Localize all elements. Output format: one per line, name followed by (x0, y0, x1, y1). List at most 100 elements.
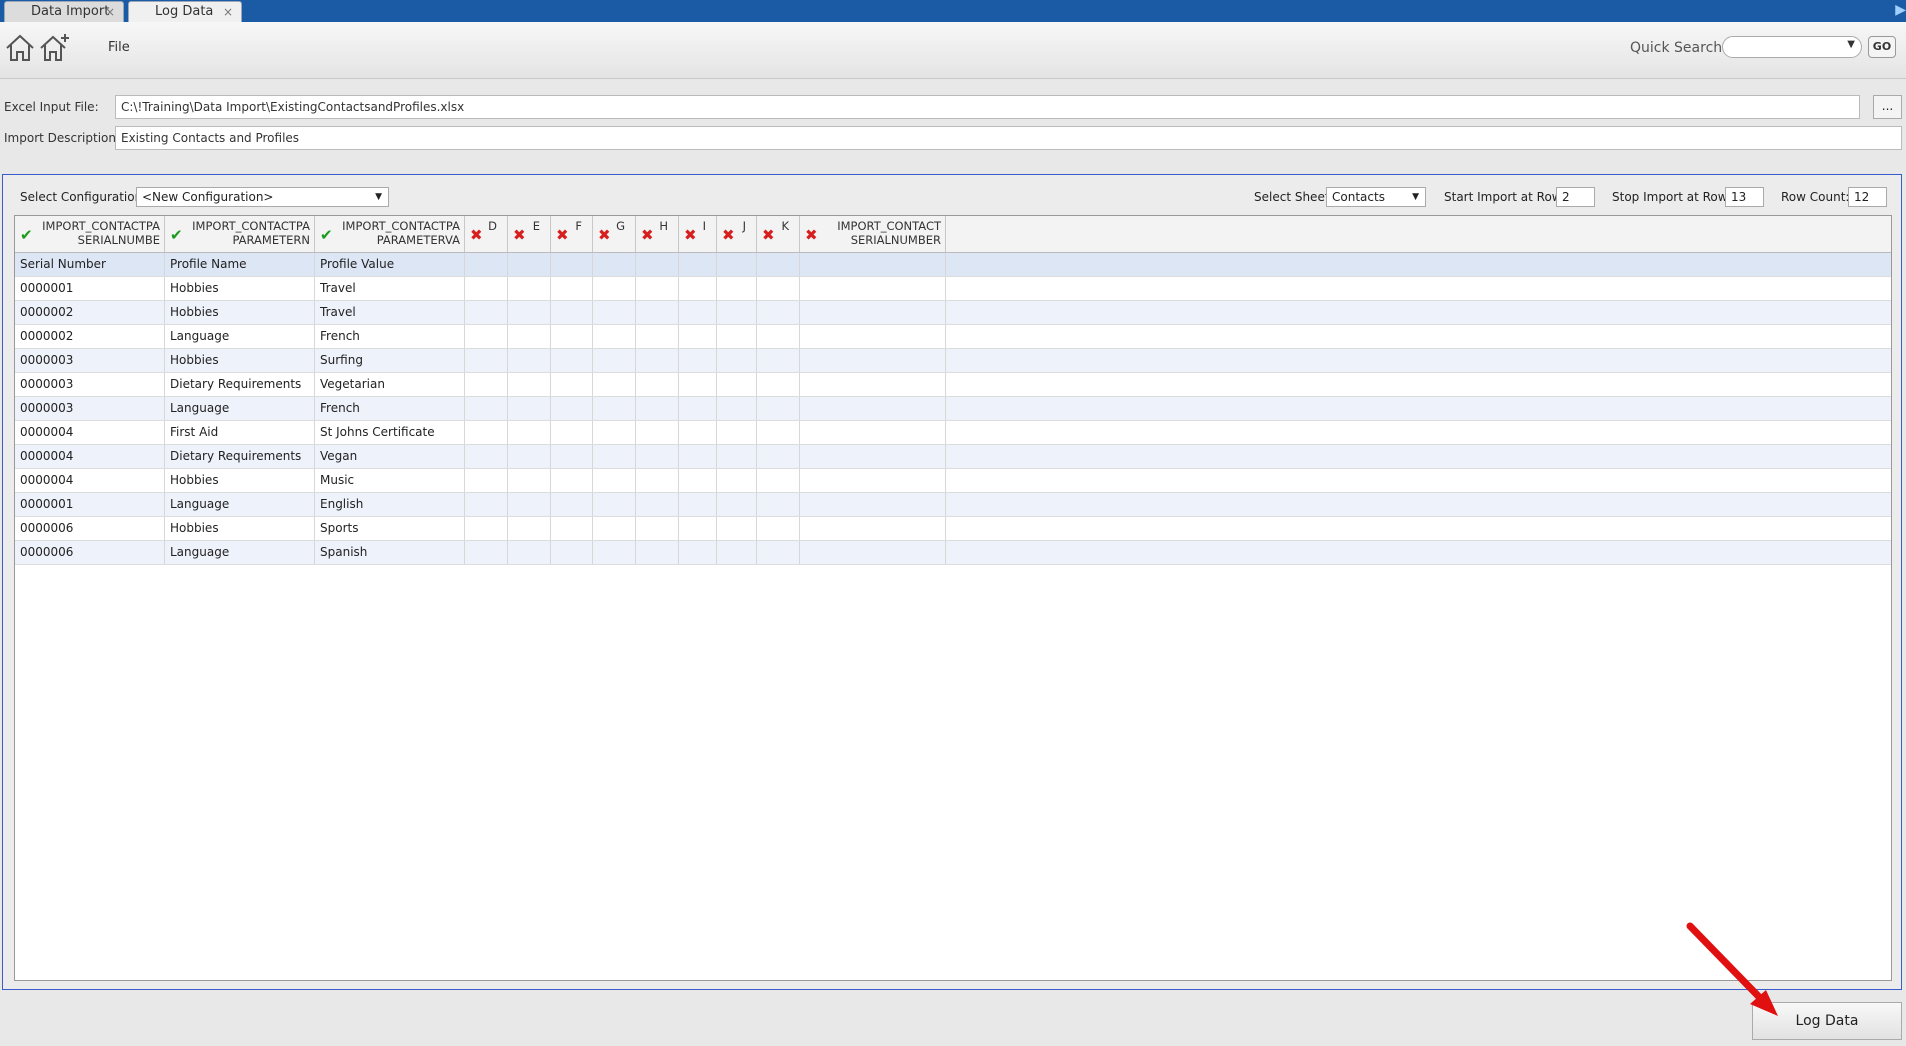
table-cell[interactable] (800, 469, 946, 492)
table-cell[interactable] (636, 421, 679, 444)
stop-row-input[interactable]: 13 (1725, 187, 1764, 207)
table-cell[interactable] (465, 493, 508, 516)
table-cell[interactable]: Surfing (315, 349, 465, 372)
table-cell[interactable] (717, 277, 757, 300)
table-cell[interactable]: Vegan (315, 445, 465, 468)
table-cell[interactable] (800, 349, 946, 372)
table-cell[interactable]: Language (165, 541, 315, 564)
table-cell[interactable] (636, 397, 679, 420)
table-row[interactable]: 0000002 Language French (15, 325, 1891, 349)
table-cell[interactable]: Hobbies (165, 469, 315, 492)
column-header[interactable]: ✔ IMPORT_CONTACTPA SERIALNUMBE (15, 216, 165, 252)
table-cell[interactable] (593, 397, 636, 420)
table-cell[interactable]: 0000004 (15, 469, 165, 492)
table-cell[interactable] (465, 541, 508, 564)
table-cell[interactable] (636, 373, 679, 396)
table-cell[interactable] (551, 253, 593, 276)
table-cell[interactable]: 0000004 (15, 421, 165, 444)
table-cell[interactable] (636, 325, 679, 348)
table-cell[interactable] (636, 517, 679, 540)
table-cell[interactable]: Vegetarian (315, 373, 465, 396)
table-cell[interactable] (593, 493, 636, 516)
table-cell[interactable]: French (315, 325, 465, 348)
table-cell[interactable] (679, 253, 717, 276)
table-cell[interactable]: Dietary Requirements (165, 445, 315, 468)
table-cell[interactable]: Sports (315, 517, 465, 540)
table-cell[interactable] (717, 421, 757, 444)
table-cell[interactable] (679, 469, 717, 492)
table-cell[interactable]: Hobbies (165, 277, 315, 300)
table-cell[interactable] (800, 325, 946, 348)
table-cell[interactable]: Dietary Requirements (165, 373, 315, 396)
table-cell[interactable] (465, 277, 508, 300)
table-cell[interactable]: Travel (315, 277, 465, 300)
table-cell[interactable] (717, 373, 757, 396)
table-cell[interactable] (757, 421, 800, 444)
table-cell[interactable] (551, 445, 593, 468)
table-cell[interactable] (679, 493, 717, 516)
file-menu[interactable]: File (108, 40, 130, 55)
table-cell[interactable] (636, 541, 679, 564)
table-cell[interactable] (800, 517, 946, 540)
table-cell[interactable] (679, 349, 717, 372)
table-cell[interactable] (717, 541, 757, 564)
table-cell[interactable] (551, 277, 593, 300)
table-cell[interactable] (593, 445, 636, 468)
table-cell[interactable] (717, 349, 757, 372)
table-cell[interactable] (717, 301, 757, 324)
table-cell[interactable]: St Johns Certificate (315, 421, 465, 444)
table-cell[interactable] (800, 253, 946, 276)
table-cell[interactable] (757, 301, 800, 324)
start-row-input[interactable]: 2 (1556, 187, 1595, 207)
table-cell[interactable] (593, 469, 636, 492)
column-header[interactable]: ✖ H (636, 216, 679, 252)
table-cell[interactable] (679, 421, 717, 444)
table-cell[interactable] (679, 397, 717, 420)
table-cell[interactable] (757, 277, 800, 300)
table-row[interactable]: 0000001 Hobbies Travel (15, 277, 1891, 301)
table-cell[interactable] (551, 325, 593, 348)
table-cell[interactable] (508, 421, 551, 444)
table-cell[interactable] (679, 325, 717, 348)
column-header[interactable]: ✖ G (593, 216, 636, 252)
column-header[interactable]: ✔ IMPORT_CONTACTPA PARAMETERN (165, 216, 315, 252)
table-cell[interactable]: Serial Number (15, 253, 165, 276)
table-cell[interactable] (593, 517, 636, 540)
select-sheet-dropdown[interactable]: Contacts ▼ (1326, 187, 1426, 207)
table-cell[interactable] (465, 373, 508, 396)
table-row[interactable]: 0000006 Hobbies Sports (15, 517, 1891, 541)
table-cell[interactable] (757, 517, 800, 540)
table-cell[interactable] (717, 469, 757, 492)
table-cell[interactable] (593, 373, 636, 396)
add-home-icon[interactable] (38, 32, 70, 64)
table-cell[interactable] (757, 397, 800, 420)
table-cell[interactable] (800, 445, 946, 468)
table-cell[interactable] (636, 349, 679, 372)
table-cell[interactable] (508, 325, 551, 348)
table-cell[interactable] (679, 517, 717, 540)
table-cell[interactable] (800, 397, 946, 420)
table-cell[interactable]: English (315, 493, 465, 516)
table-cell[interactable] (551, 301, 593, 324)
go-button[interactable]: GO (1868, 36, 1896, 58)
table-cell[interactable] (757, 253, 800, 276)
table-cell[interactable]: Language (165, 325, 315, 348)
table-cell[interactable]: 0000003 (15, 397, 165, 420)
table-cell[interactable] (465, 301, 508, 324)
table-cell[interactable] (551, 541, 593, 564)
table-cell[interactable] (508, 253, 551, 276)
table-row[interactable]: 0000006 Language Spanish (15, 541, 1891, 565)
table-cell[interactable] (465, 397, 508, 420)
table-cell[interactable] (636, 301, 679, 324)
log-data-button[interactable]: Log Data (1752, 1002, 1902, 1040)
table-cell[interactable] (593, 301, 636, 324)
table-cell[interactable] (717, 325, 757, 348)
table-cell[interactable] (551, 493, 593, 516)
table-cell[interactable] (508, 349, 551, 372)
quick-search-input[interactable]: ▼ (1722, 36, 1862, 58)
table-cell[interactable] (800, 541, 946, 564)
table-cell[interactable] (465, 517, 508, 540)
column-header[interactable]: ✖ J (717, 216, 757, 252)
table-cell[interactable] (508, 517, 551, 540)
table-cell[interactable] (465, 421, 508, 444)
